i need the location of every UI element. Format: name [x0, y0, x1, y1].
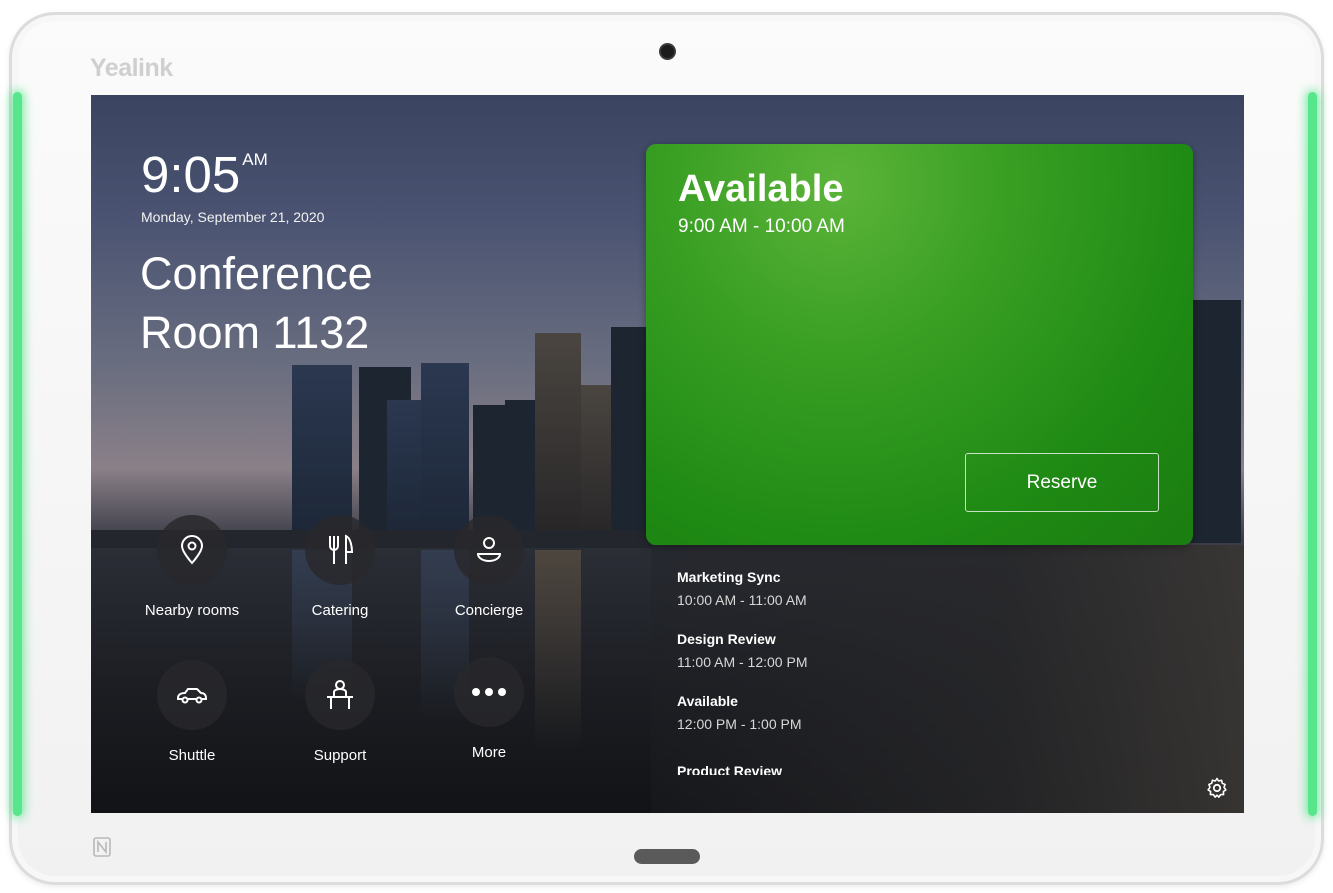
clock: 9:05 AM: [141, 145, 268, 204]
nfc-icon: [92, 836, 112, 858]
schedule-item-title: Design Review: [677, 631, 776, 647]
schedule-item[interactable]: Product Review: [677, 755, 937, 775]
location-pin-icon: [157, 515, 227, 585]
tile-label: Shuttle: [168, 747, 216, 764]
schedule-item-time: 10:00 AM - 11:00 AM: [677, 592, 807, 608]
concierge-icon: [454, 515, 524, 585]
tile-concierge[interactable]: Concierge: [434, 515, 544, 619]
clock-date: Monday, September 21, 2020: [141, 209, 325, 225]
fork-knife-icon: [305, 515, 375, 585]
tile-label: More: [471, 744, 507, 761]
screen: 9:05 AM Monday, September 21, 2020 Confer…: [91, 95, 1244, 813]
background-building: [535, 333, 581, 543]
tile-label: Catering: [311, 602, 369, 619]
led-strip-left: [13, 92, 22, 816]
status-title: Available: [678, 168, 844, 210]
tile-catering[interactable]: Catering: [285, 515, 395, 619]
status-card: Available 9:00 AM - 10:00 AM Reserve: [646, 144, 1193, 545]
tile-shuttle[interactable]: Shuttle: [137, 660, 247, 764]
car-icon: [157, 660, 227, 730]
schedule-item[interactable]: Marketing Sync 10:00 AM - 11:00 AM: [677, 569, 937, 631]
tile-more[interactable]: More: [434, 657, 544, 761]
more-dots-icon: [454, 657, 524, 727]
home-button[interactable]: [634, 849, 700, 864]
schedule-item-time: 11:00 AM - 12:00 PM: [677, 654, 808, 670]
tile-label: Support: [313, 747, 367, 764]
clock-ampm: AM: [242, 150, 268, 169]
background-building: [1191, 300, 1241, 543]
support-desk-icon: [305, 660, 375, 730]
clock-time: 9:05: [141, 146, 241, 203]
background-building: [611, 327, 649, 543]
schedule-item-title: Product Review: [677, 763, 783, 775]
schedule-item-title: Available: [677, 693, 738, 709]
brand-logo: Yealink: [90, 54, 173, 82]
tile-nearby-rooms[interactable]: Nearby rooms: [137, 515, 247, 619]
led-strip-right: [1308, 92, 1317, 816]
schedule-list[interactable]: Marketing Sync 10:00 AM - 11:00 AM Desig…: [677, 569, 937, 775]
tile-support[interactable]: Support: [285, 660, 395, 764]
tile-label: Nearby rooms: [144, 602, 240, 619]
reserve-button[interactable]: Reserve: [965, 453, 1159, 512]
room-name: Conference Room 1132: [140, 244, 470, 362]
background-building: [581, 385, 613, 543]
schedule-item[interactable]: Available 12:00 PM - 1:00 PM: [677, 693, 937, 755]
schedule-item-title: Marketing Sync: [677, 569, 781, 585]
room-name-line1: Conference: [140, 248, 373, 299]
schedule-item[interactable]: Design Review 11:00 AM - 12:00 PM: [677, 631, 937, 693]
settings-gear-icon[interactable]: [1205, 776, 1229, 800]
camera-lens: [661, 45, 674, 58]
tile-label: Concierge: [454, 602, 524, 619]
status-time-range: 9:00 AM - 10:00 AM: [678, 216, 845, 237]
room-name-line2: Room 1132: [140, 307, 370, 358]
schedule-item-time: 12:00 PM - 1:00 PM: [677, 716, 802, 732]
